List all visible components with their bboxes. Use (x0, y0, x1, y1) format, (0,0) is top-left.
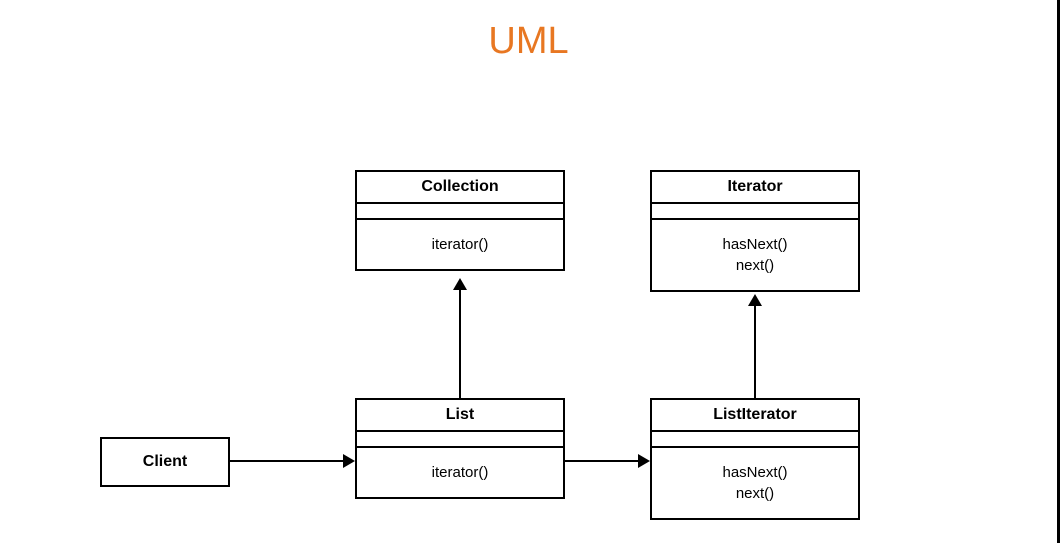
uml-client-box: Client (100, 437, 230, 487)
arrow-list-collection-head (453, 278, 467, 290)
collection-method-0: iterator() (357, 234, 563, 255)
uml-collection-box: Collection iterator() (355, 170, 565, 271)
arrow-client-list-head (343, 454, 355, 468)
arrow-listiterator-iterator-head (748, 294, 762, 306)
arrow-list-listiterator-head (638, 454, 650, 468)
iterator-method-0: hasNext() (652, 234, 858, 255)
iterator-attrs (652, 204, 858, 220)
list-method-0: iterator() (357, 462, 563, 483)
listiterator-attrs (652, 432, 858, 448)
diagram-title: UML (488, 20, 568, 63)
collection-methods: iterator() (357, 220, 563, 269)
arrow-client-list (230, 460, 343, 462)
iterator-methods: hasNext() next() (652, 220, 858, 290)
collection-name: Collection (357, 172, 563, 204)
arrow-list-collection (459, 290, 461, 398)
iterator-method-1: next() (652, 255, 858, 276)
collection-attrs (357, 204, 563, 220)
listiterator-method-0: hasNext() (652, 462, 858, 483)
uml-iterator-box: Iterator hasNext() next() (650, 170, 860, 292)
arrow-listiterator-iterator (754, 306, 756, 398)
listiterator-method-1: next() (652, 483, 858, 504)
uml-list-box: List iterator() (355, 398, 565, 499)
list-methods: iterator() (357, 448, 563, 497)
list-name: List (357, 400, 563, 432)
listiterator-methods: hasNext() next() (652, 448, 858, 518)
client-label: Client (143, 453, 187, 470)
arrow-list-listiterator (565, 460, 638, 462)
list-attrs (357, 432, 563, 448)
iterator-name: Iterator (652, 172, 858, 204)
uml-listiterator-box: ListIterator hasNext() next() (650, 398, 860, 520)
listiterator-name: ListIterator (652, 400, 858, 432)
